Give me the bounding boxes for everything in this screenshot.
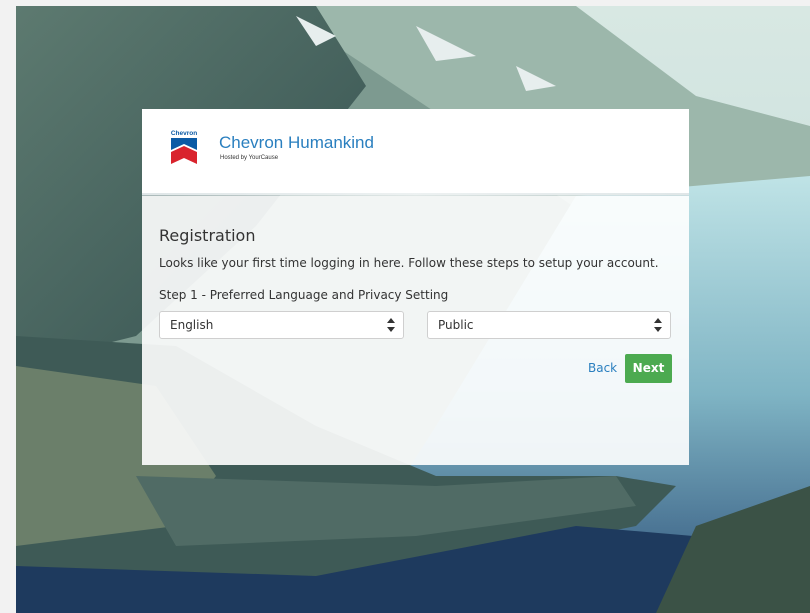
step-label: Step 1 - Preferred Language and Privacy … (159, 288, 449, 302)
brand-name: Chevron Humankind (219, 133, 374, 152)
up-down-caret-icon (387, 318, 395, 332)
intro-text: Looks like your first time logging in he… (159, 256, 659, 270)
back-link[interactable]: Back (588, 361, 617, 375)
language-select-value: English (170, 318, 214, 332)
language-select[interactable]: English (159, 311, 404, 339)
privacy-select[interactable]: Public (427, 311, 671, 339)
page-title: Registration (159, 226, 256, 245)
logo-text: Chevron (171, 130, 197, 137)
next-button[interactable]: Next (625, 354, 672, 383)
hosted-by: Hosted by YourCause (220, 155, 279, 161)
chevron-logo-icon: Chevron (171, 130, 197, 164)
privacy-select-value: Public (438, 318, 474, 332)
up-down-caret-icon (654, 318, 662, 332)
